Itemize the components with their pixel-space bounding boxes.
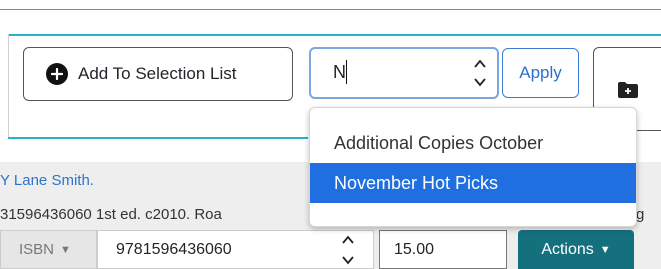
price-value: 15.00 — [394, 240, 435, 258]
panel-divider-top — [8, 34, 661, 36]
identifier-type-value: ISBN — [19, 241, 55, 258]
selection-list-search-input[interactable]: N — [309, 47, 499, 99]
spinner-arrows-icon[interactable] — [473, 55, 487, 91]
chevron-down-icon: ▼ — [60, 243, 71, 256]
search-input-value: N — [333, 62, 346, 82]
record-details-tail: g — [636, 206, 645, 223]
record-details-text: 31596436060 1st ed. c2010. Roa — [0, 206, 222, 223]
folder-plus-icon — [618, 82, 638, 98]
add-to-selection-list-label: Add To Selection List — [78, 64, 237, 83]
identifier-spinner-icon[interactable] — [341, 233, 355, 267]
window-top-border — [0, 0, 661, 10]
actions-dropdown-button[interactable]: Actions ▼ — [518, 230, 634, 269]
identifier-type-select[interactable]: ISBN ▼ — [0, 230, 97, 269]
chevron-down-icon: ▼ — [599, 243, 611, 256]
dropdown-option-highlighted[interactable]: November Hot Picks — [310, 163, 636, 203]
selection-list-dropdown: Additional Copies October November Hot P… — [309, 107, 637, 227]
price-input[interactable]: 15.00 — [379, 230, 507, 269]
panel-left-edge — [8, 34, 9, 138]
actions-label: Actions — [541, 240, 594, 258]
dropdown-option[interactable]: Additional Copies October — [310, 123, 636, 163]
author-link[interactable]: Y Lane Smith. — [0, 172, 94, 189]
identifier-input[interactable]: 9781596436060 — [97, 230, 374, 269]
plus-circle-icon — [46, 63, 68, 85]
panel-divider-bottom — [8, 137, 308, 139]
apply-button[interactable]: Apply — [502, 48, 579, 98]
text-caret — [346, 60, 347, 84]
identifier-value: 9781596436060 — [116, 240, 232, 258]
add-to-selection-list-button[interactable]: Add To Selection List — [23, 47, 293, 101]
